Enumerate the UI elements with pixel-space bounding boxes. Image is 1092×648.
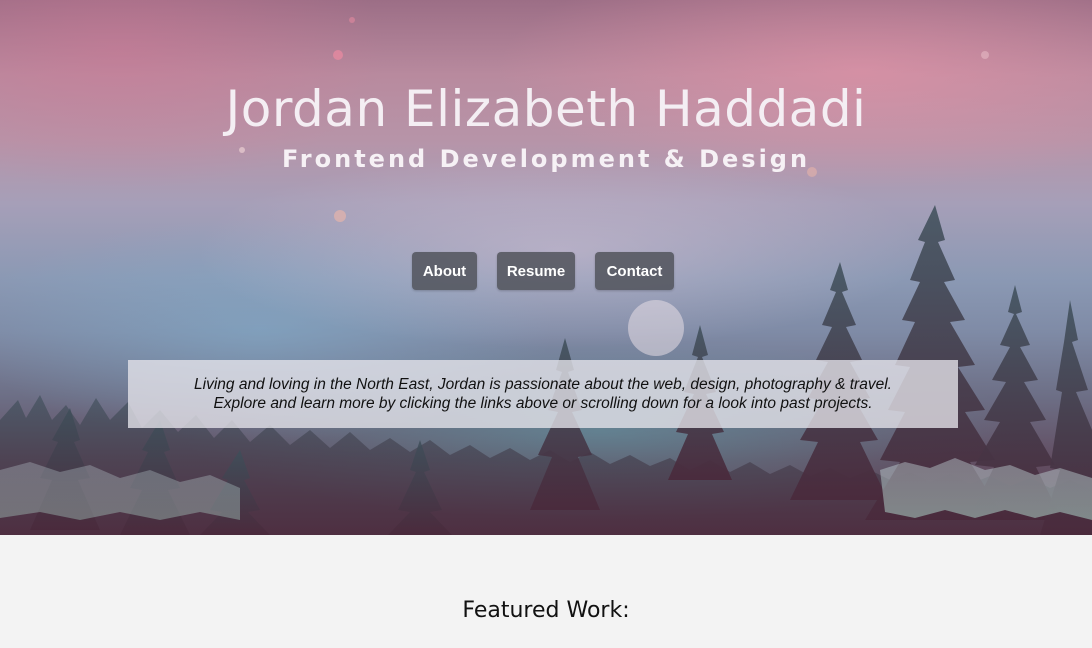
featured-work-heading: Featured Work:: [462, 598, 630, 623]
nav-about-button[interactable]: About: [412, 252, 477, 290]
page-subtitle: Frontend Development & Design: [281, 145, 811, 173]
page-title: Jordan Elizabeth Haddadi: [225, 80, 867, 138]
nav-resume-button[interactable]: Resume: [497, 252, 575, 290]
hero-banner: Jordan Elizabeth Haddadi Frontend Develo…: [0, 0, 1092, 535]
nav-contact-button[interactable]: Contact: [595, 252, 674, 290]
intro-text-line-2: Explore and learn more by clicking the l…: [213, 395, 873, 412]
intro-panel: Living and loving in the North East, Jor…: [128, 360, 958, 428]
intro-text-line-1: Living and loving in the North East, Jor…: [194, 376, 892, 393]
